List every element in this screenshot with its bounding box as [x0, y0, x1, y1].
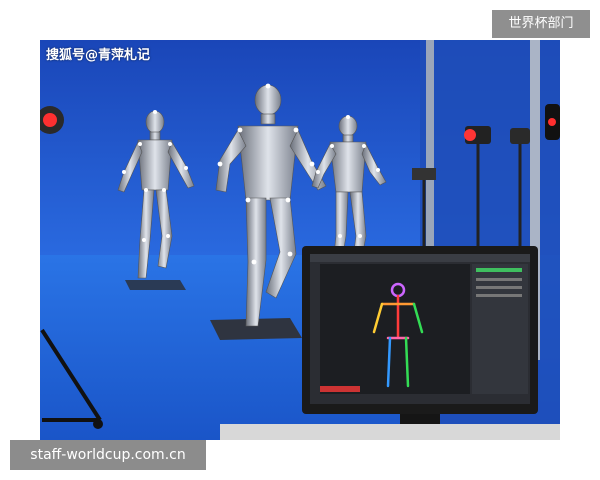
- motion-capture-photo: 搜狐号@青萍札记: [40, 40, 560, 440]
- photo-watermark: 搜狐号@青萍札记: [46, 48, 151, 63]
- truss-pole: [426, 40, 434, 255]
- site-category-tag: 世界杯部门: [492, 10, 590, 38]
- site-url-tag: staff-worldcup.com.cn: [10, 440, 206, 470]
- photo-scene: [40, 40, 560, 440]
- computer-monitor: [302, 246, 538, 434]
- desk: [220, 424, 560, 440]
